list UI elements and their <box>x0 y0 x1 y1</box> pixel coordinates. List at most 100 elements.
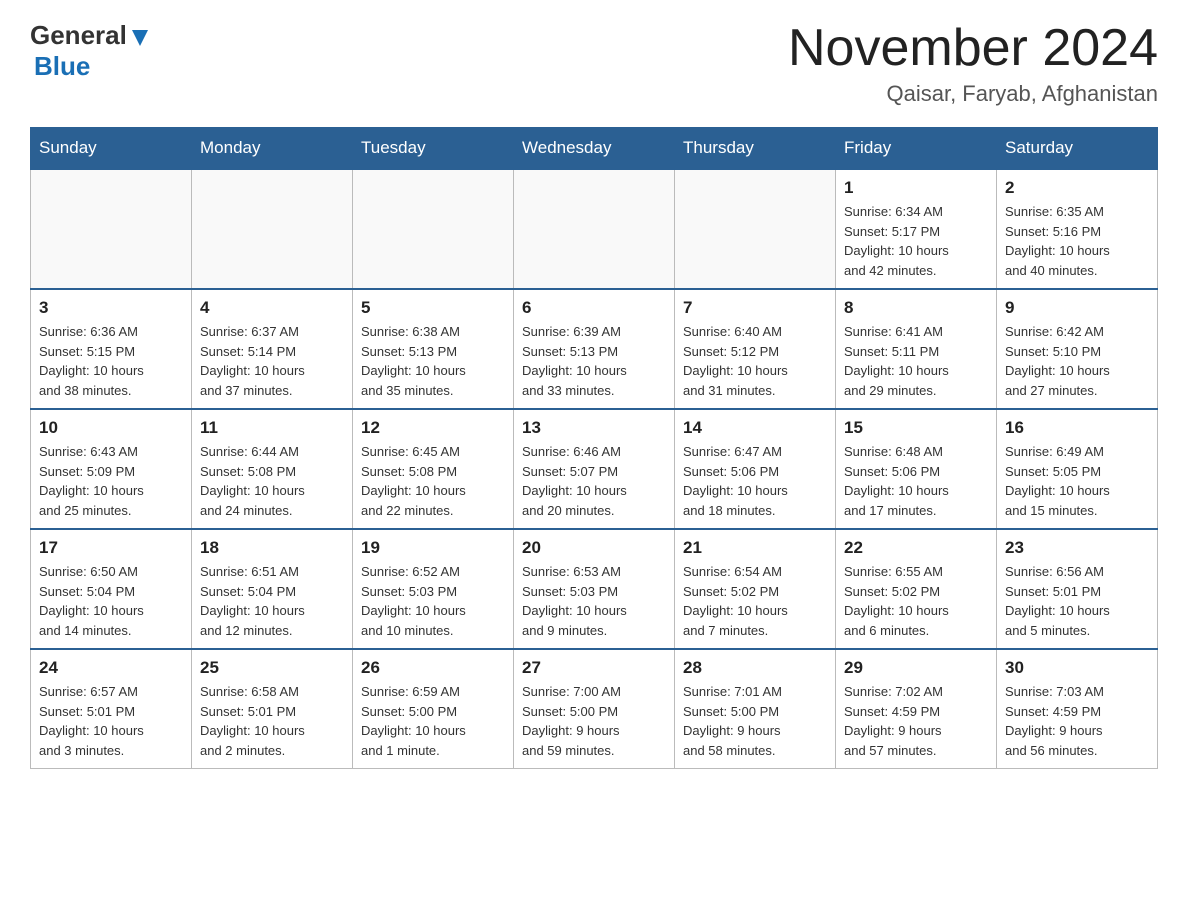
day-info: Sunrise: 6:35 AM Sunset: 5:16 PM Dayligh… <box>1005 202 1149 280</box>
logo-general-text: General <box>30 20 127 51</box>
calendar-cell: 26 Sunrise: 6:59 AM Sunset: 5:00 PM Dayli… <box>353 649 514 769</box>
day-info: Sunrise: 6:36 AM Sunset: 5:15 PM Dayligh… <box>39 322 183 400</box>
week-row-1: 1 Sunrise: 6:34 AM Sunset: 5:17 PM Daylig… <box>31 169 1158 289</box>
day-info: Sunrise: 6:37 AM Sunset: 5:14 PM Dayligh… <box>200 322 344 400</box>
calendar-cell: 10 Sunrise: 6:43 AM Sunset: 5:09 PM Dayli… <box>31 409 192 529</box>
weekday-header-thursday: Thursday <box>675 128 836 170</box>
day-info: Sunrise: 6:44 AM Sunset: 5:08 PM Dayligh… <box>200 442 344 520</box>
logo-blue-text: Blue <box>34 51 90 81</box>
day-info: Sunrise: 6:59 AM Sunset: 5:00 PM Dayligh… <box>361 682 505 760</box>
day-number: 23 <box>1005 538 1149 558</box>
weekday-header-wednesday: Wednesday <box>514 128 675 170</box>
day-info: Sunrise: 6:41 AM Sunset: 5:11 PM Dayligh… <box>844 322 988 400</box>
week-row-5: 24Sunrise: 6:57 AM Sunset: 5:01 PM Dayli… <box>31 649 1158 769</box>
day-info: Sunrise: 6:47 AM Sunset: 5:06 PM Dayligh… <box>683 442 827 520</box>
day-number: 5 <box>361 298 505 318</box>
calendar-cell: 6 Sunrise: 6:39 AM Sunset: 5:13 PM Daylig… <box>514 289 675 409</box>
calendar-cell: 12 Sunrise: 6:45 AM Sunset: 5:08 PM Dayli… <box>353 409 514 529</box>
calendar-cell: 28 Sunrise: 7:01 AM Sunset: 5:00 PM Dayli… <box>675 649 836 769</box>
day-info: Sunrise: 6:53 AM Sunset: 5:03 PM Dayligh… <box>522 562 666 640</box>
calendar-cell <box>192 169 353 289</box>
calendar-cell: 3 Sunrise: 6:36 AM Sunset: 5:15 PM Daylig… <box>31 289 192 409</box>
calendar-cell: 13 Sunrise: 6:46 AM Sunset: 5:07 PM Dayli… <box>514 409 675 529</box>
calendar-cell <box>514 169 675 289</box>
day-info: Sunrise: 7:01 AM Sunset: 5:00 PM Dayligh… <box>683 682 827 760</box>
day-info: Sunrise: 6:43 AM Sunset: 5:09 PM Dayligh… <box>39 442 183 520</box>
day-number: 15 <box>844 418 988 438</box>
day-info: Sunrise: 6:51 AM Sunset: 5:04 PM Dayligh… <box>200 562 344 640</box>
day-number: 30 <box>1005 658 1149 678</box>
logo-triangle-icon <box>129 26 151 48</box>
calendar-cell: 30 Sunrise: 7:03 AM Sunset: 4:59 PM Dayli… <box>997 649 1158 769</box>
day-info: Sunrise: 6:46 AM Sunset: 5:07 PM Dayligh… <box>522 442 666 520</box>
weekday-header-sunday: Sunday <box>31 128 192 170</box>
day-number: 14 <box>683 418 827 438</box>
title-section: November 2024 Qaisar, Faryab, Afghanista… <box>788 20 1158 107</box>
weekday-header-saturday: Saturday <box>997 128 1158 170</box>
day-info: Sunrise: 6:54 AM Sunset: 5:02 PM Dayligh… <box>683 562 827 640</box>
day-number: 13 <box>522 418 666 438</box>
weekday-header-monday: Monday <box>192 128 353 170</box>
day-number: 28 <box>683 658 827 678</box>
day-info: Sunrise: 6:50 AM Sunset: 5:04 PM Dayligh… <box>39 562 183 640</box>
day-number: 22 <box>844 538 988 558</box>
day-info: Sunrise: 6:40 AM Sunset: 5:12 PM Dayligh… <box>683 322 827 400</box>
day-info: Sunrise: 6:34 AM Sunset: 5:17 PM Dayligh… <box>844 202 988 280</box>
calendar-cell <box>353 169 514 289</box>
week-row-3: 10 Sunrise: 6:43 AM Sunset: 5:09 PM Dayli… <box>31 409 1158 529</box>
calendar-cell: 27Sunrise: 7:00 AM Sunset: 5:00 PM Dayli… <box>514 649 675 769</box>
calendar-cell <box>675 169 836 289</box>
day-number: 10 <box>39 418 183 438</box>
calendar-cell: 18 Sunrise: 6:51 AM Sunset: 5:04 PM Dayli… <box>192 529 353 649</box>
day-info: Sunrise: 7:03 AM Sunset: 4:59 PM Dayligh… <box>1005 682 1149 760</box>
day-number: 6 <box>522 298 666 318</box>
day-number: 8 <box>844 298 988 318</box>
day-number: 29 <box>844 658 988 678</box>
day-number: 25 <box>200 658 344 678</box>
calendar-cell: 5Sunrise: 6:38 AM Sunset: 5:13 PM Daylig… <box>353 289 514 409</box>
day-info: Sunrise: 6:49 AM Sunset: 5:05 PM Dayligh… <box>1005 442 1149 520</box>
day-info: Sunrise: 6:55 AM Sunset: 5:02 PM Dayligh… <box>844 562 988 640</box>
day-info: Sunrise: 7:00 AM Sunset: 5:00 PM Dayligh… <box>522 682 666 760</box>
day-info: Sunrise: 7:02 AM Sunset: 4:59 PM Dayligh… <box>844 682 988 760</box>
calendar-cell: 25 Sunrise: 6:58 AM Sunset: 5:01 PM Dayli… <box>192 649 353 769</box>
day-number: 20 <box>522 538 666 558</box>
calendar-cell: 2 Sunrise: 6:35 AM Sunset: 5:16 PM Daylig… <box>997 169 1158 289</box>
day-number: 7 <box>683 298 827 318</box>
location-subtitle: Qaisar, Faryab, Afghanistan <box>788 81 1158 107</box>
day-number: 21 <box>683 538 827 558</box>
calendar-cell: 24Sunrise: 6:57 AM Sunset: 5:01 PM Dayli… <box>31 649 192 769</box>
day-number: 18 <box>200 538 344 558</box>
calendar-cell: 1 Sunrise: 6:34 AM Sunset: 5:17 PM Daylig… <box>836 169 997 289</box>
calendar-cell: 4 Sunrise: 6:37 AM Sunset: 5:14 PM Daylig… <box>192 289 353 409</box>
day-number: 12 <box>361 418 505 438</box>
calendar-table: SundayMondayTuesdayWednesdayThursdayFrid… <box>30 127 1158 769</box>
day-info: Sunrise: 6:48 AM Sunset: 5:06 PM Dayligh… <box>844 442 988 520</box>
week-row-2: 3 Sunrise: 6:36 AM Sunset: 5:15 PM Daylig… <box>31 289 1158 409</box>
day-info: Sunrise: 6:42 AM Sunset: 5:10 PM Dayligh… <box>1005 322 1149 400</box>
day-number: 17 <box>39 538 183 558</box>
day-info: Sunrise: 6:56 AM Sunset: 5:01 PM Dayligh… <box>1005 562 1149 640</box>
weekday-header-friday: Friday <box>836 128 997 170</box>
weekday-header-tuesday: Tuesday <box>353 128 514 170</box>
calendar-cell: 15 Sunrise: 6:48 AM Sunset: 5:06 PM Dayli… <box>836 409 997 529</box>
calendar-cell: 20 Sunrise: 6:53 AM Sunset: 5:03 PM Dayli… <box>514 529 675 649</box>
calendar-cell: 21 Sunrise: 6:54 AM Sunset: 5:02 PM Dayli… <box>675 529 836 649</box>
page-header: General Blue November 2024 Qaisar, Farya… <box>30 20 1158 107</box>
week-row-4: 17 Sunrise: 6:50 AM Sunset: 5:04 PM Dayli… <box>31 529 1158 649</box>
day-info: Sunrise: 6:57 AM Sunset: 5:01 PM Dayligh… <box>39 682 183 760</box>
logo: General Blue <box>30 20 151 82</box>
day-number: 26 <box>361 658 505 678</box>
day-number: 9 <box>1005 298 1149 318</box>
day-info: Sunrise: 6:58 AM Sunset: 5:01 PM Dayligh… <box>200 682 344 760</box>
calendar-cell: 17 Sunrise: 6:50 AM Sunset: 5:04 PM Dayli… <box>31 529 192 649</box>
calendar-cell: 9 Sunrise: 6:42 AM Sunset: 5:10 PM Daylig… <box>997 289 1158 409</box>
day-info: Sunrise: 6:39 AM Sunset: 5:13 PM Dayligh… <box>522 322 666 400</box>
day-number: 4 <box>200 298 344 318</box>
day-info: Sunrise: 6:45 AM Sunset: 5:08 PM Dayligh… <box>361 442 505 520</box>
day-number: 1 <box>844 178 988 198</box>
day-number: 3 <box>39 298 183 318</box>
calendar-cell: 14 Sunrise: 6:47 AM Sunset: 5:06 PM Dayli… <box>675 409 836 529</box>
day-number: 2 <box>1005 178 1149 198</box>
month-title: November 2024 <box>788 20 1158 77</box>
